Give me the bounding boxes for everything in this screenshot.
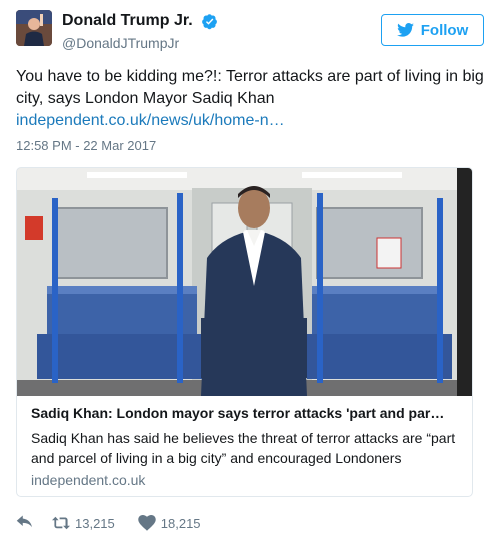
reply-icon xyxy=(16,515,32,528)
tweet-link[interactable]: independent.co.uk/news/uk/home-n… xyxy=(16,110,285,132)
tweet-text: You have to be kidding me?!: Terror atta… xyxy=(16,68,484,107)
tweet-header: Donald Trump Jr. @DonaldJTrumpJr Follow xyxy=(16,10,484,54)
timestamp[interactable]: 12:58 PM - 22 Mar 2017 xyxy=(16,138,156,154)
card-description: Sadiq Khan has said he believes the thre… xyxy=(31,430,456,466)
card-title: Sadiq Khan: London mayor says terror att… xyxy=(31,405,445,421)
card-image xyxy=(17,168,472,396)
verified-badge-icon xyxy=(201,13,218,30)
heart-icon xyxy=(138,515,156,531)
like-count: 18,215 xyxy=(160,515,201,531)
screen-name[interactable]: @DonaldJTrumpJr xyxy=(62,34,218,52)
retweet-icon xyxy=(52,516,70,530)
retweet-count: 13,215 xyxy=(75,515,115,531)
avatar[interactable] xyxy=(16,10,52,46)
tweet: Donald Trump Jr. @DonaldJTrumpJr Follow … xyxy=(0,0,500,547)
reply-button[interactable] xyxy=(16,515,34,531)
tweet-actions: 13,215 18,215 xyxy=(16,513,201,533)
like-button[interactable]: 18,215 xyxy=(138,515,201,531)
card-body: Sadiq Khan: London mayor says terror att… xyxy=(17,396,472,496)
link-card[interactable]: Sadiq Khan: London mayor says terror att… xyxy=(16,167,473,497)
display-name[interactable]: Donald Trump Jr. xyxy=(62,11,193,31)
author-names: Donald Trump Jr. @DonaldJTrumpJr xyxy=(62,11,218,52)
card-domain: independent.co.uk xyxy=(31,472,146,488)
follow-button[interactable]: Follow xyxy=(381,14,484,46)
retweet-button[interactable]: 13,215 xyxy=(52,515,115,531)
follow-label: Follow xyxy=(420,21,469,39)
twitter-bird-icon xyxy=(396,23,414,37)
